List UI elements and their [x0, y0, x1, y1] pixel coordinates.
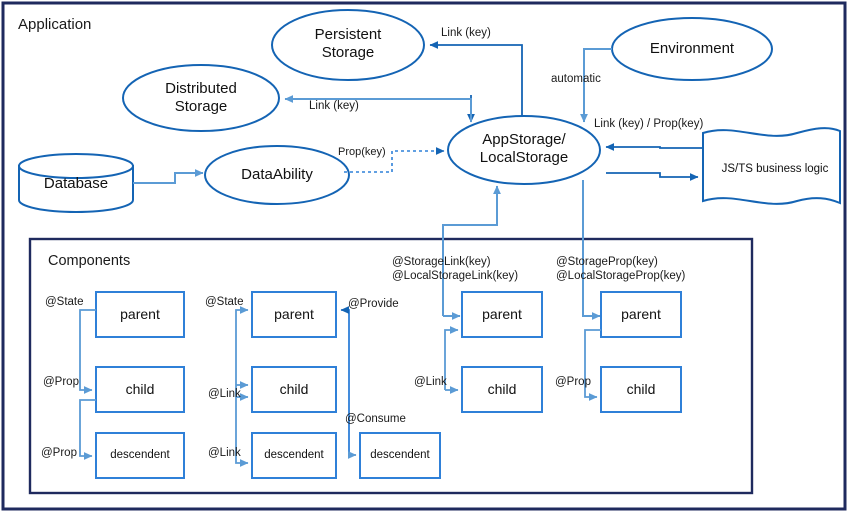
components-title: Components	[48, 253, 131, 269]
edge-label-link-key-persistent: Link (key)	[441, 27, 491, 39]
label-persistent-storage: Persistent Storage	[314, 26, 382, 61]
label-appstorage: AppStorage/ LocalStorage	[479, 131, 569, 166]
label-database: Database	[43, 175, 109, 192]
decorator-g1-prop-child: @Prop	[43, 376, 79, 388]
edge-label-link-prop-key: Link (key) / Prop(key)	[594, 118, 704, 130]
label-g4-child: child	[626, 381, 656, 397]
edge-label-automatic: automatic	[551, 73, 601, 85]
edge-label-prop-key: Prop(key)	[338, 146, 386, 158]
decorator-g4-prop: @Prop	[555, 376, 591, 388]
decorator-g2-link-descendent: @Link	[208, 447, 241, 459]
edge-g2-state-to-parent	[235, 306, 249, 393]
label-g1-descendent: descendent	[110, 449, 170, 461]
label-environment: Environment	[649, 40, 735, 57]
decorator-g2-link-child: @Link	[208, 388, 241, 400]
label-g2-descendent: descendent	[264, 449, 324, 461]
edge-appstorage-to-storageprop	[582, 180, 601, 320]
decorator-g2-consume: @Consume	[345, 413, 406, 425]
edge-appstorage-to-persistent	[429, 41, 523, 116]
edge-label-storagelink-group: @StorageLink(key) @LocalStorageLink(key)	[392, 256, 519, 282]
label-dataability: DataAbility	[241, 166, 313, 183]
label-g1-child: child	[125, 381, 155, 397]
label-g3-parent: parent	[482, 306, 522, 322]
decorator-g2-state: @State	[205, 296, 244, 308]
decorator-g1-prop-descendent: @Prop	[41, 447, 77, 459]
diagram-canvas: Application Components Persistent Storag…	[0, 0, 848, 512]
edge-g1-child-to-descendent	[79, 399, 96, 460]
label-distributed-storage: Distributed Storage	[165, 80, 237, 115]
decorator-g1-state: @State	[45, 296, 84, 308]
edge-label-storageprop-group: @StorageProp(key) @LocalStorageProp(key)	[556, 256, 686, 282]
edge-jsts-to-appstorage	[605, 143, 703, 151]
label-g4-parent: parent	[621, 306, 661, 322]
label-g2-parent: parent	[274, 306, 314, 322]
edge-database-to-dataability	[133, 169, 204, 184]
edge-label-link-key-distributed: Link (key)	[309, 100, 359, 112]
label-g2-consume-descendent: descendent	[370, 449, 430, 461]
label-g1-parent: parent	[120, 306, 160, 322]
application-title: Application	[18, 16, 92, 33]
edge-g2-provide-to-parent	[340, 306, 350, 455]
decorator-g3-link: @Link	[414, 376, 447, 388]
edge-appstorage-to-jsts	[606, 172, 699, 181]
label-js-ts-business-logic: JS/TS business logic	[721, 163, 829, 175]
edge-g1-state-to-child	[79, 309, 96, 394]
label-g3-child: child	[487, 381, 517, 397]
label-g2-child: child	[279, 381, 309, 397]
decorator-g2-provide: @Provide	[348, 298, 399, 310]
